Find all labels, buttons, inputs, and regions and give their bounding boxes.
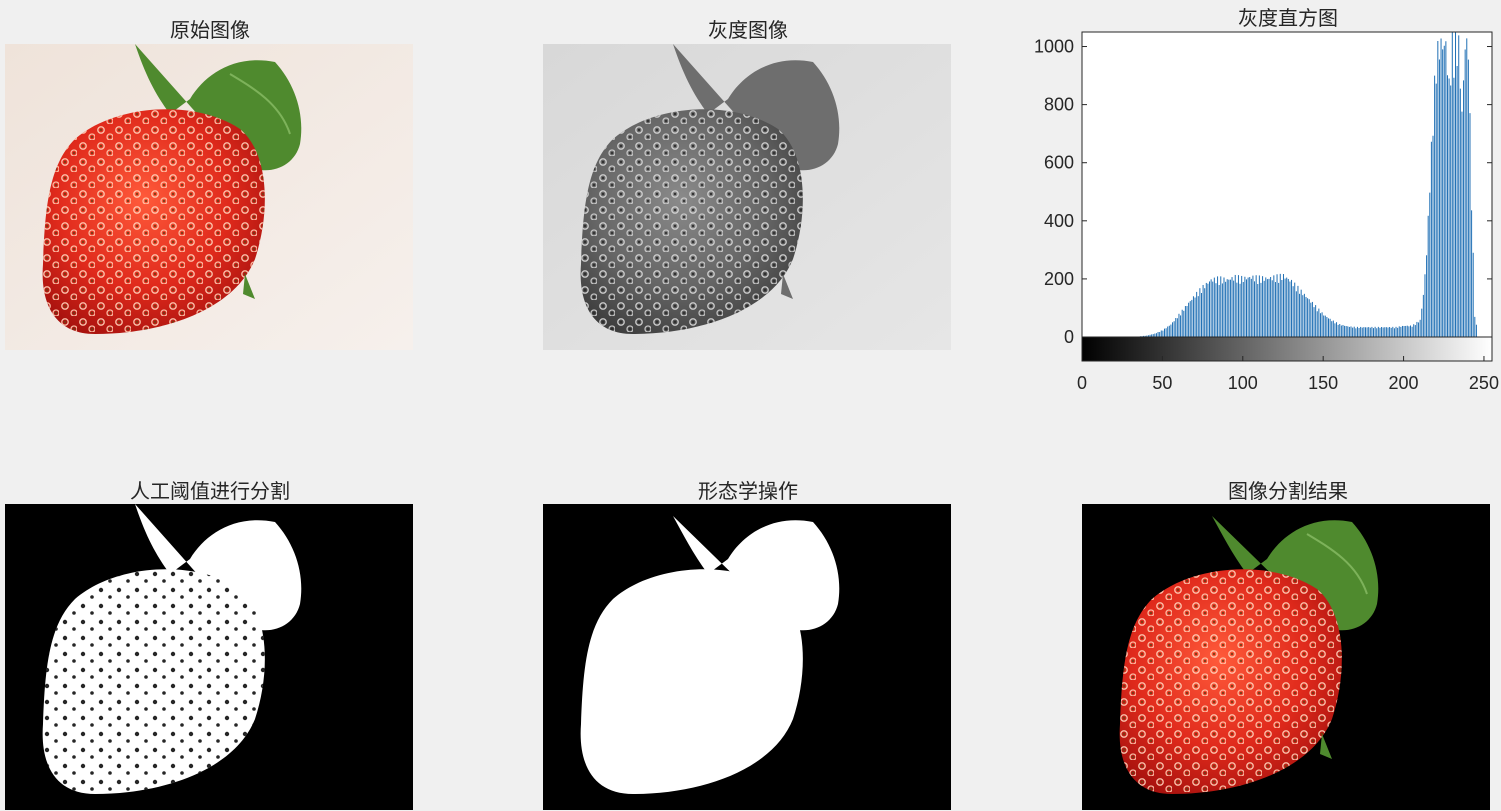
x-tick-label: 50 [1152, 373, 1172, 393]
y-tick-label: 200 [1044, 269, 1074, 289]
segmentation-title: 图像分割结果 [1228, 479, 1348, 503]
manual-threshold-title: 人工阈值进行分割 [130, 479, 290, 503]
threshold-mask-image [5, 504, 413, 810]
y-tick-label: 1000 [1034, 37, 1074, 57]
grayscale-colorbar [1081, 336, 1493, 362]
morphology-mask-image [543, 504, 951, 810]
x-tick-label: 100 [1228, 373, 1258, 393]
y-tick-label: 800 [1044, 95, 1074, 115]
y-tick-label: 600 [1044, 153, 1074, 173]
morphology-title: 形态学操作 [698, 479, 798, 503]
original-image-title: 原始图像 [170, 18, 250, 42]
y-tick-label: 0 [1064, 327, 1074, 347]
segmentation-result-image [1082, 504, 1490, 810]
x-tick-label: 200 [1389, 373, 1419, 393]
gray-image [543, 44, 951, 350]
x-tick-label: 150 [1308, 373, 1338, 393]
gray-image-title: 灰度图像 [708, 18, 788, 42]
histogram-chart: 0 200 400 600 800 1000 0 50 100 150 200 250 [1030, 0, 1501, 410]
x-tick-label: 250 [1469, 373, 1499, 393]
original-image [5, 44, 413, 350]
y-tick-label: 400 [1044, 211, 1074, 231]
x-tick-label: 0 [1077, 373, 1087, 393]
